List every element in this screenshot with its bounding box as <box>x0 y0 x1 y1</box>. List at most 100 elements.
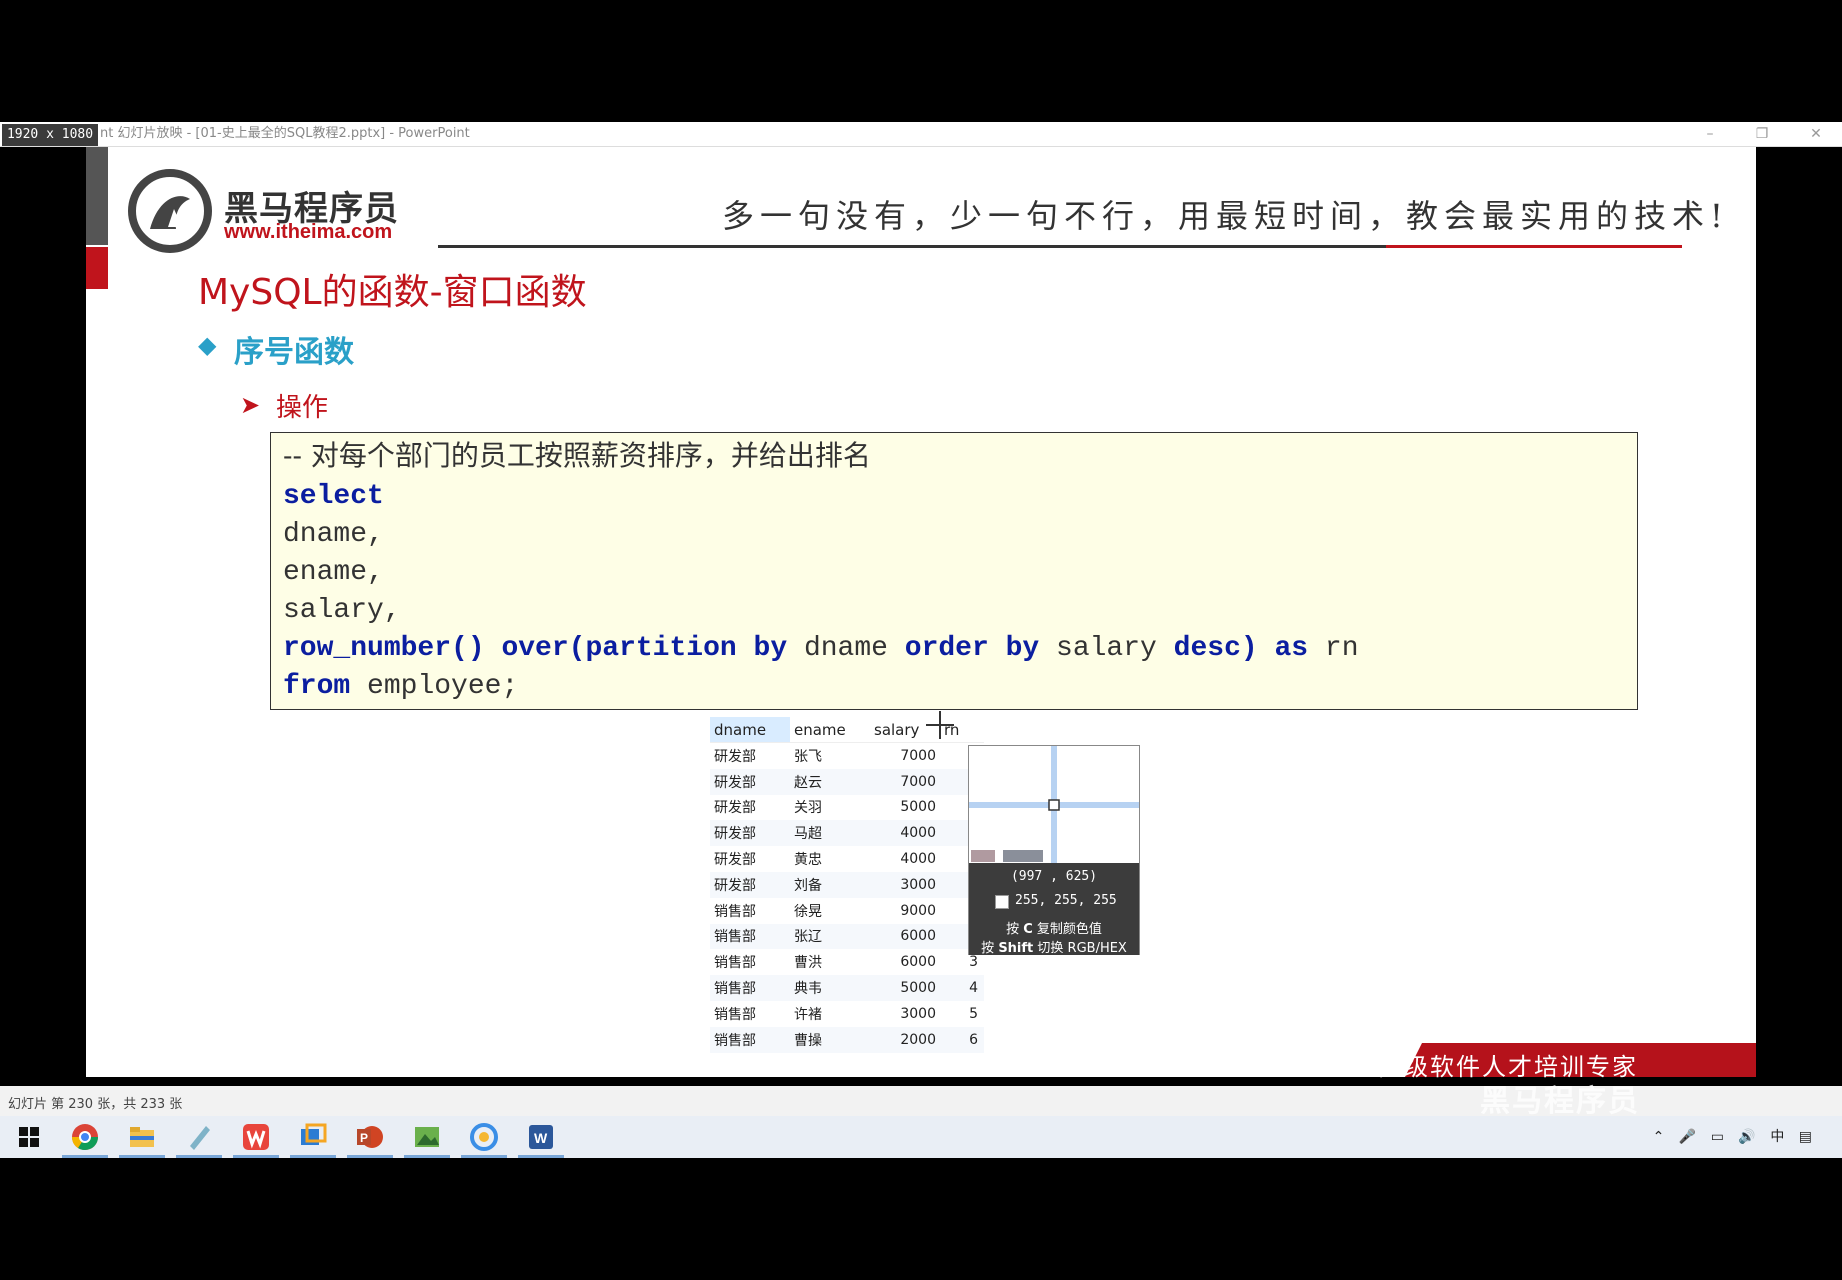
code-keyword: by <box>1005 633 1040 664</box>
switch-format-hint: 按 Shift 切换 RGB/HEX <box>981 941 1127 956</box>
battery-icon[interactable]: ▭ <box>1711 1129 1724 1145</box>
window-title: nt 幻灯片放映 - [01-史上最全的SQL教程2.pptx] - Power… <box>100 126 470 141</box>
cell-dname: 研发部 <box>714 748 756 765</box>
notes-app-icon[interactable] <box>184 1122 214 1152</box>
microphone-icon[interactable]: 🎤 <box>1679 1129 1696 1145</box>
close-button[interactable]: ✕ <box>1796 122 1836 146</box>
code-line-salary: salary, <box>283 592 1625 630</box>
cell-dname: 销售部 <box>714 903 756 920</box>
cell-rn: 4 <box>940 975 984 1001</box>
code-keyword: over(partition <box>501 633 737 664</box>
table-row[interactable]: 研发部 赵云 7000 <box>710 768 984 795</box>
word-icon[interactable]: W <box>526 1122 556 1152</box>
slide-left-accent <box>86 247 108 289</box>
show-hidden-icons-icon[interactable]: ⌃ <box>1653 1129 1665 1145</box>
copy-color-hint: 按 C 复制颜色值 <box>1006 922 1102 937</box>
code-line-select: select <box>283 478 1625 516</box>
code-column: ename, <box>283 557 384 588</box>
slide-title: MySQL的函数-窗口函数 <box>198 272 587 313</box>
color-rgb-value: 255, 255, 255 <box>1015 893 1117 908</box>
taskbar-active-indicator <box>461 1155 507 1158</box>
cell-ename: 张飞 <box>794 748 822 765</box>
arrow-bullet-icon: ➤ <box>240 391 261 419</box>
windows-start-icon[interactable] <box>14 1122 44 1152</box>
minimize-button[interactable]: – <box>1690 122 1730 146</box>
cell-dname: 研发部 <box>710 871 790 898</box>
cell-salary: 2000 <box>870 1026 940 1053</box>
chrome-icon[interactable] <box>70 1122 100 1152</box>
taskbar-active-indicator <box>233 1155 279 1158</box>
table-row[interactable]: 销售部徐晃90001 <box>710 898 984 924</box>
table-row[interactable]: 销售部 典韦 5000 4 <box>710 975 984 1001</box>
cell-salary: 7000 <box>870 768 940 795</box>
code-identifier: dname <box>803 633 888 664</box>
file-explorer-icon[interactable] <box>127 1122 157 1152</box>
table-row[interactable]: 销售部 张辽 6000 <box>710 923 984 950</box>
table-row[interactable]: 销售部 曹洪 6000 3 <box>710 949 984 975</box>
code-keyword: by <box>753 633 788 664</box>
table-row[interactable]: 销售部 曹操 2000 6 <box>710 1026 984 1053</box>
code-line-window: row_number() over(partition by dname ord… <box>283 630 1625 668</box>
slide-counter: 幻灯片 第 230 张，共 233 张 <box>8 1097 183 1112</box>
restore-button[interactable]: ❐ <box>1742 122 1782 146</box>
cell-ename: 刘备 <box>790 871 870 898</box>
cell-ename: 许褚 <box>794 1006 822 1023</box>
cell-salary: 3000 <box>870 871 940 898</box>
svg-text:P: P <box>360 1131 368 1145</box>
sub-heading: 操作 <box>276 393 329 423</box>
powerpoint-icon[interactable]: P <box>355 1122 385 1152</box>
input-method-indicator[interactable]: 中 <box>1770 1126 1784 1146</box>
table-row[interactable]: 研发部刘备30006 <box>710 871 984 898</box>
cell-ename: 马超 <box>790 820 870 847</box>
notification-icon[interactable]: ▤ <box>1799 1129 1812 1145</box>
code-keyword: order <box>904 633 989 664</box>
table-row[interactable]: 研发部 马超 4000 <box>710 820 984 847</box>
table-body: 研发部 张飞 7000 研发部 赵云 7000 研发部 关羽 5000 研发部 马超 4000 研发部黄… <box>710 743 984 1053</box>
column-header-dname[interactable]: dname <box>710 717 790 743</box>
cell-ename: 张辽 <box>790 923 870 950</box>
code-comment: -- 对每个部门的员工按照薪资排序，并给出排名 <box>283 439 871 472</box>
table-row[interactable]: 销售部 许褚 3000 5 <box>710 1001 984 1027</box>
cell-salary: 9000 <box>900 902 936 919</box>
code-identifier: rn <box>1324 633 1359 664</box>
sql-code-box: -- 对每个部门的员工按照薪资排序，并给出排名 select dname, en… <box>270 432 1638 710</box>
cell-salary: 6000 <box>900 954 936 971</box>
code-column: salary, <box>283 595 401 626</box>
slide[interactable]: 黑马程序员 www.itheima.com 多一句没有，少一句不行，用最短时间，… <box>86 147 1756 1077</box>
cell-dname: 研发部 <box>714 852 756 869</box>
cell-salary: 6000 <box>870 923 940 950</box>
column-header-ename[interactable]: ename <box>790 717 870 743</box>
magnifier-view <box>969 746 1139 863</box>
cell-salary: 5000 <box>870 975 940 1001</box>
taskbar-active-indicator <box>176 1155 222 1158</box>
code-keyword: row_number() <box>283 633 485 664</box>
table-row[interactable]: 研发部 张飞 7000 <box>710 743 984 769</box>
cell-rn: 5 <box>969 1005 978 1022</box>
cell-rn: 6 <box>940 1026 984 1053</box>
remote-desktop-icon[interactable] <box>298 1122 328 1152</box>
cell-ename: 曹洪 <box>794 955 822 972</box>
image-editor-icon[interactable] <box>412 1122 442 1152</box>
slide-left-bar <box>86 147 108 245</box>
cell-ename: 典韦 <box>790 975 870 1001</box>
diamond-bullet-icon: ◆ <box>198 331 217 359</box>
browser-app-icon[interactable] <box>469 1122 499 1152</box>
volume-icon[interactable]: 🔊 <box>1738 1129 1755 1145</box>
taskbar-active-indicator <box>404 1155 450 1158</box>
code-identifier: employee; <box>367 671 519 702</box>
cell-dname: 销售部 <box>710 923 790 950</box>
header-rule-accent <box>1386 245 1682 248</box>
cell-salary: 3000 <box>900 1005 936 1022</box>
itheima-logo-icon <box>128 169 212 253</box>
table-row[interactable]: 研发部 关羽 5000 <box>710 795 984 821</box>
crosshair-cursor-icon <box>926 711 954 739</box>
section-heading: 序号函数 <box>234 335 354 370</box>
cell-ename: 徐晃 <box>794 903 822 920</box>
code-keyword: select <box>283 481 384 512</box>
cell-dname: 研发部 <box>710 820 790 847</box>
color-picker-magnifier: (997 , 625) 255, 255, 255 按 C 复制颜色值 按 Sh… <box>968 745 1140 956</box>
wps-icon[interactable] <box>241 1122 271 1152</box>
taskbar-active-indicator <box>119 1155 165 1158</box>
cell-dname: 销售部 <box>710 1026 790 1053</box>
table-row[interactable]: 研发部 黄忠 4000 <box>710 846 984 872</box>
